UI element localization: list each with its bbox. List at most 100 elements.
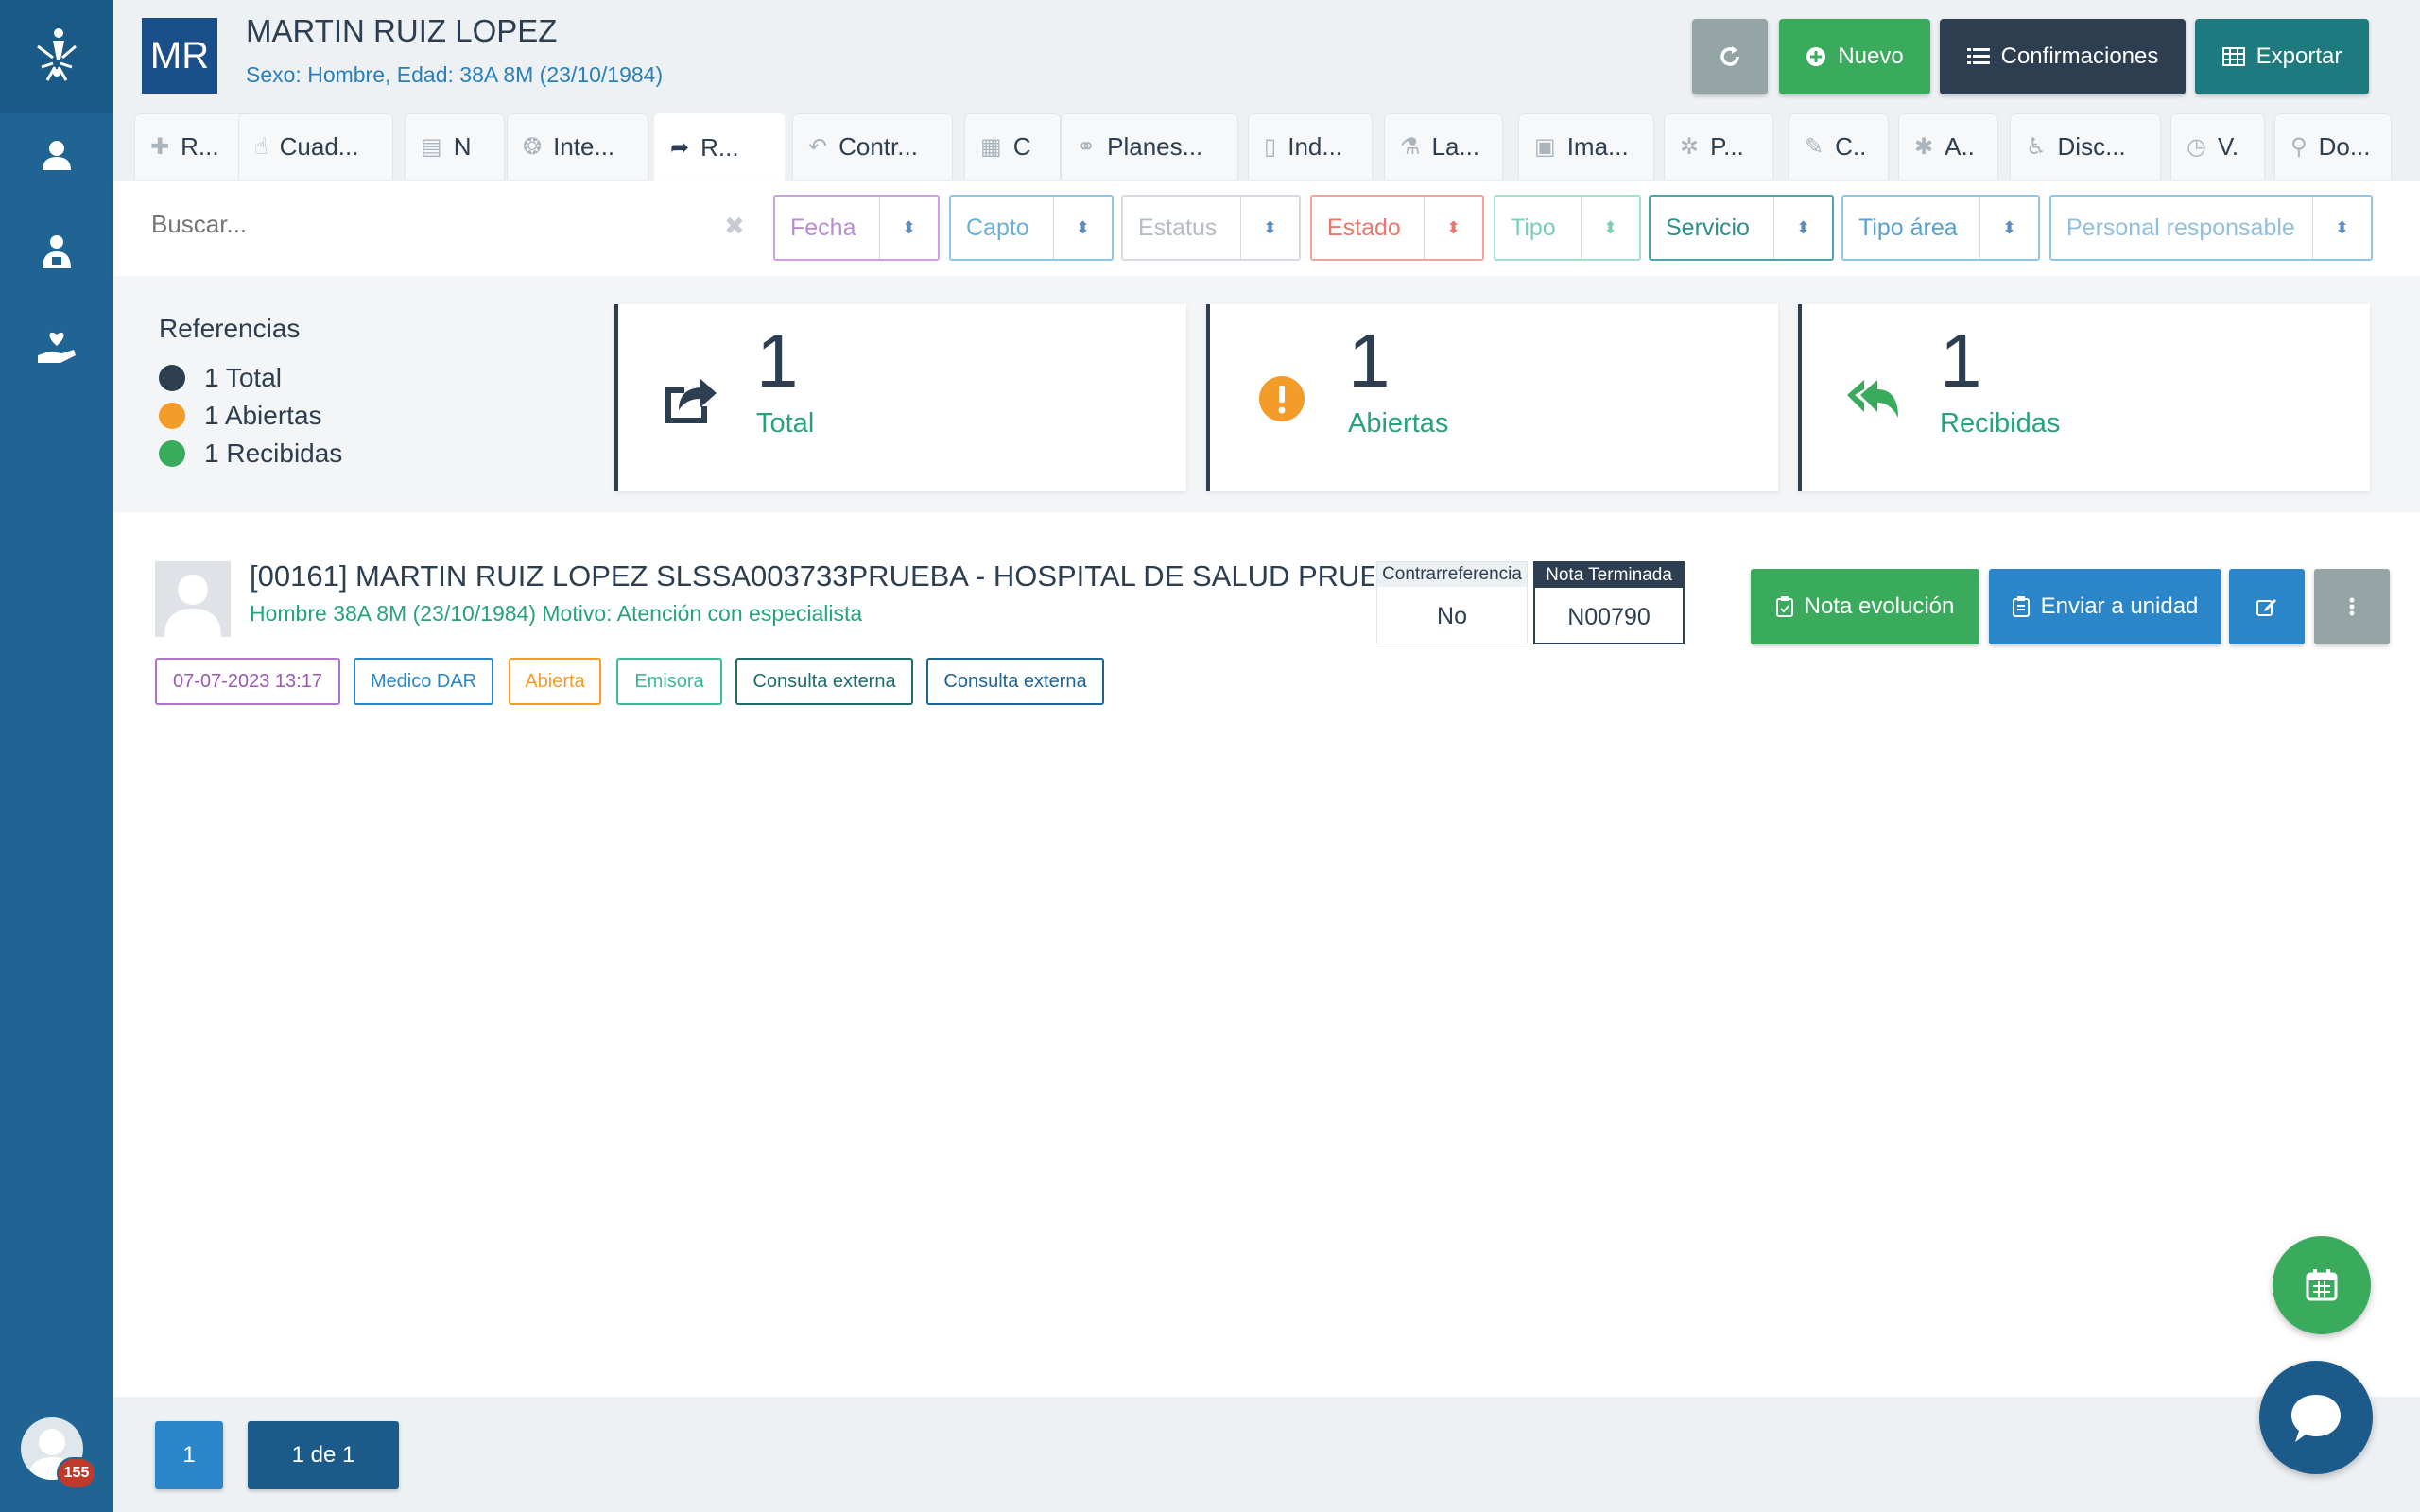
user-badge-icon xyxy=(43,235,71,268)
estado-select-label: Estado xyxy=(1327,214,1401,241)
estatus-select[interactable]: Estatus ⬍ xyxy=(1121,195,1301,261)
paperclip-icon: ⚲ xyxy=(2290,134,2308,160)
legend-total: 1 Total xyxy=(159,363,282,393)
chat-bubble-icon xyxy=(2291,1395,2341,1442)
personal-select[interactable]: Personal responsable ⬍ xyxy=(2049,195,2373,261)
tab-5[interactable]: ↶ Contr... xyxy=(792,113,953,180)
patient-initials: MR xyxy=(142,18,217,94)
hand-icon: ☝ xyxy=(254,134,268,160)
capto-select[interactable]: Capto ⬍ xyxy=(949,195,1114,261)
estado-select[interactable]: Estado ⬍ xyxy=(1310,195,1484,261)
share-icon xyxy=(666,378,717,423)
card-abiertas-value: 1 xyxy=(1348,318,1391,403)
confirmations-button-label: Confirmaciones xyxy=(2000,43,2159,69)
enviar-unidad-button[interactable]: Enviar a unidad xyxy=(1989,569,2221,644)
more-options-button[interactable] xyxy=(2314,569,2390,644)
tipo-select-label: Tipo xyxy=(1511,214,1556,241)
image-icon: ▣ xyxy=(1534,134,1556,160)
app-logo[interactable] xyxy=(0,0,113,113)
tipo-select[interactable]: Tipo ⬍ xyxy=(1494,195,1641,261)
card-recibidas-label: Recibidas xyxy=(1940,408,2061,438)
confirmations-button[interactable]: Confirmaciones xyxy=(1940,19,2186,94)
page-button-current[interactable]: 1 xyxy=(155,1421,223,1489)
exclamation-circle-icon xyxy=(1259,376,1305,421)
user-icon xyxy=(43,141,71,170)
sidebar-item-care[interactable] xyxy=(0,308,113,384)
clipboard-icon xyxy=(1775,596,1793,617)
tab-1[interactable]: ☝ Cuad... xyxy=(238,113,393,180)
pills-icon: ⚭ xyxy=(1077,134,1097,160)
tab-6[interactable]: ▦ C xyxy=(964,113,1061,180)
tab-9[interactable]: ⚗ La... xyxy=(1384,113,1503,180)
tab-15[interactable]: ◷ V. xyxy=(2170,113,2265,180)
nota-evolucion-label: Nota evolución xyxy=(1804,593,1955,619)
card-abiertas-label: Abiertas xyxy=(1348,408,1449,438)
microscope-icon: ⚗ xyxy=(1400,134,1421,160)
fecha-select[interactable]: Fecha ⬍ xyxy=(773,195,940,261)
list-icon xyxy=(1966,48,1990,64)
tab-4[interactable]: ➦ R... xyxy=(654,113,785,181)
tipo-area-select-label: Tipo área xyxy=(1858,214,1958,241)
export-button[interactable]: Exportar xyxy=(2195,19,2369,94)
page-summary-button[interactable]: 1 de 1 xyxy=(248,1421,399,1489)
new-button[interactable]: Nuevo xyxy=(1779,19,1930,94)
tab-8[interactable]: ▯ Ind... xyxy=(1248,113,1373,180)
clear-icon[interactable]: ✖ xyxy=(724,212,745,241)
card-total-value: 1 xyxy=(756,318,799,403)
search-input[interactable] xyxy=(151,210,737,239)
refresh-button[interactable] xyxy=(1692,19,1768,94)
tab-16[interactable]: ⚲ Do... xyxy=(2274,113,2392,180)
legend-dot xyxy=(159,440,185,467)
tag-date: 07-07-2023 13:17 xyxy=(155,658,340,705)
avatar-silhouette-icon xyxy=(164,575,221,637)
pagination-bar: 1 1 de 1 xyxy=(113,1397,2420,1512)
record-subtitle: Hombre 38A 8M (23/10/1984) Motivo: Atenc… xyxy=(250,601,863,626)
servicio-select-label: Servicio xyxy=(1666,214,1750,241)
tab-14[interactable]: ♿ Disc... xyxy=(2010,113,2161,180)
card-total[interactable]: 1 Total xyxy=(614,304,1186,491)
tab-3[interactable]: ❂ Inte... xyxy=(507,113,648,180)
summary-title: Referencias xyxy=(159,314,301,343)
tab-13[interactable]: ✱ A.. xyxy=(1898,113,1998,180)
sort-icon: ⬍ xyxy=(1424,197,1482,259)
calendar-fab-button[interactable] xyxy=(2273,1236,2371,1334)
servicio-select[interactable]: Servicio ⬍ xyxy=(1649,195,1834,261)
tipo-area-select[interactable]: Tipo área ⬍ xyxy=(1841,195,2040,261)
tab-2[interactable]: ▤ N xyxy=(405,113,505,180)
legend-recibidas: 1 Recibidas xyxy=(159,438,342,469)
sidebar-item-user-badge[interactable] xyxy=(0,214,113,289)
tab-7[interactable]: ⚭ Planes... xyxy=(1061,113,1238,180)
clipboard-list-icon xyxy=(2012,596,2030,617)
bug-icon: ✱ xyxy=(1914,134,1934,160)
export-button-label: Exportar xyxy=(2256,43,2342,69)
contrarreferencia-header: Contrarreferencia xyxy=(1377,562,1527,587)
calendar-icon xyxy=(2306,1269,2338,1301)
tag-tipo-area: Consulta externa xyxy=(926,658,1104,705)
estatus-select-label: Estatus xyxy=(1138,214,1218,241)
sidebar-item-user[interactable] xyxy=(0,117,113,193)
virus-icon: ✲ xyxy=(1680,134,1700,160)
patient-name: MARTIN RUIZ LOPEZ xyxy=(246,13,558,48)
tag-emisora: Emisora xyxy=(616,658,722,705)
new-button-label: Nuevo xyxy=(1838,43,1904,69)
card-recibidas[interactable]: 1 Recibidas xyxy=(1798,304,2370,491)
card-abiertas[interactable]: 1 Abiertas xyxy=(1206,304,1778,491)
edit-button[interactable] xyxy=(2229,569,2305,644)
card-total-label: Total xyxy=(756,408,815,438)
tab-bar: ✚ R... ☝ Cuad... ▤ N ❂ Inte... ➦ R... ↶ Contr.… xyxy=(113,113,2420,181)
record-title: [00161] MARTIN RUIZ LOPEZ SLSSA003733PRU… xyxy=(250,559,1374,593)
reply-icon: ↶ xyxy=(808,134,828,160)
notification-badge[interactable]: 155 xyxy=(57,1457,96,1489)
tab-10[interactable]: ▣ Ima... xyxy=(1518,113,1654,180)
plus-circle-icon xyxy=(1806,47,1826,66)
tab-0[interactable]: ✚ R... xyxy=(134,113,248,180)
legend-abiertas: 1 Abiertas xyxy=(159,401,322,431)
reply-all-icon xyxy=(1847,380,1898,418)
nota-evolucion-button[interactable]: Nota evolución xyxy=(1751,569,1979,644)
referral-record[interactable]: [00161] MARTIN RUIZ LOPEZ SLSSA003733PRU… xyxy=(113,548,2420,737)
enviar-unidad-label: Enviar a unidad xyxy=(2040,593,2199,619)
chat-button[interactable] xyxy=(2259,1361,2373,1474)
nota-terminada-box: Nota Terminada N00790 xyxy=(1533,561,1685,644)
tab-12[interactable]: ✎ C.. xyxy=(1789,113,1889,180)
tab-11[interactable]: ✲ P... xyxy=(1664,113,1773,180)
